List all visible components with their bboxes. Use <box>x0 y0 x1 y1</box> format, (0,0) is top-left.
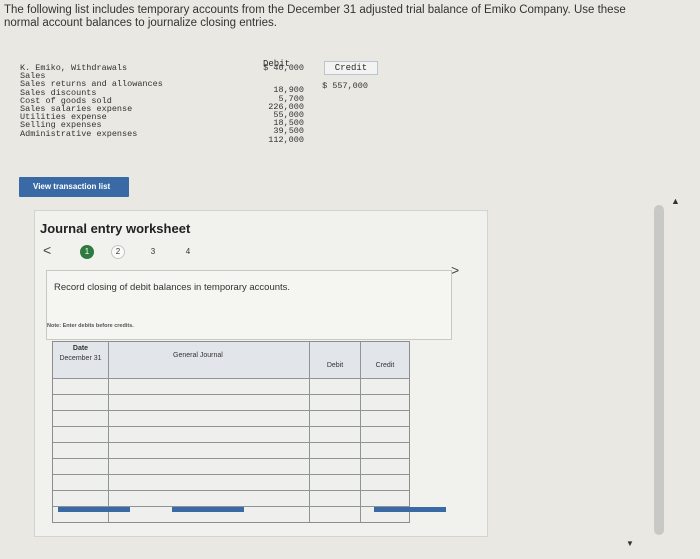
step-1-tab[interactable]: 1 <box>80 245 94 259</box>
view-transaction-list-button[interactable]: View transaction list <box>19 177 129 197</box>
next-step-button[interactable]: > <box>451 262 459 278</box>
scroll-down-icon[interactable]: ▼ <box>626 539 634 548</box>
instruction-box <box>46 270 452 340</box>
journal-row[interactable] <box>53 442 409 443</box>
journal-row[interactable] <box>53 490 409 491</box>
clear-entry-button[interactable] <box>172 507 244 512</box>
view-general-journal-button[interactable] <box>374 507 446 512</box>
account-debit: $ 40,000 <box>263 63 304 73</box>
journal-row[interactable] <box>53 458 409 459</box>
note-text: Note: Enter debits before credits. <box>47 323 134 329</box>
record-entry-button[interactable] <box>58 507 130 512</box>
trial-balance-table: K. Emiko, Withdrawals $ 40,000 Sales $ 5… <box>14 56 374 144</box>
journal-row[interactable] <box>53 426 409 427</box>
date-header: Date <box>72 345 89 352</box>
journal-row[interactable] <box>53 394 409 395</box>
journal-row[interactable] <box>53 474 409 475</box>
worksheet-title: Journal entry worksheet <box>40 221 191 236</box>
date-column-header: Date December 31 <box>53 342 109 378</box>
account-name: Administrative expenses <box>20 128 138 139</box>
date-value[interactable]: December 31 <box>53 355 108 363</box>
debit-column-header: Debit <box>310 342 361 378</box>
general-journal-header: General Journal <box>109 342 310 378</box>
step-4-tab[interactable]: 4 <box>181 245 195 259</box>
journal-row[interactable] <box>53 410 409 411</box>
step-2-tab[interactable]: 2 <box>111 245 125 259</box>
scroll-up-icon[interactable]: ▲ <box>671 196 680 206</box>
previous-step-button[interactable]: < <box>43 242 51 258</box>
instructions-text: The following list includes temporary ac… <box>4 4 626 29</box>
step-3-tab[interactable]: 3 <box>146 245 160 259</box>
journal-table: Date December 31 General Journal Debit C… <box>52 341 410 523</box>
credit-column-header: Credit <box>361 342 409 378</box>
instruction-text: Record closing of debit balances in temp… <box>54 282 291 293</box>
trial-balance-row: Administrative expenses 112,000 <box>14 128 374 144</box>
scrollbar[interactable] <box>654 205 664 535</box>
account-debit: 112,000 <box>268 134 304 145</box>
trial-balance-row: K. Emiko, Withdrawals $ 40,000 <box>14 63 374 73</box>
journal-row[interactable] <box>53 378 409 379</box>
